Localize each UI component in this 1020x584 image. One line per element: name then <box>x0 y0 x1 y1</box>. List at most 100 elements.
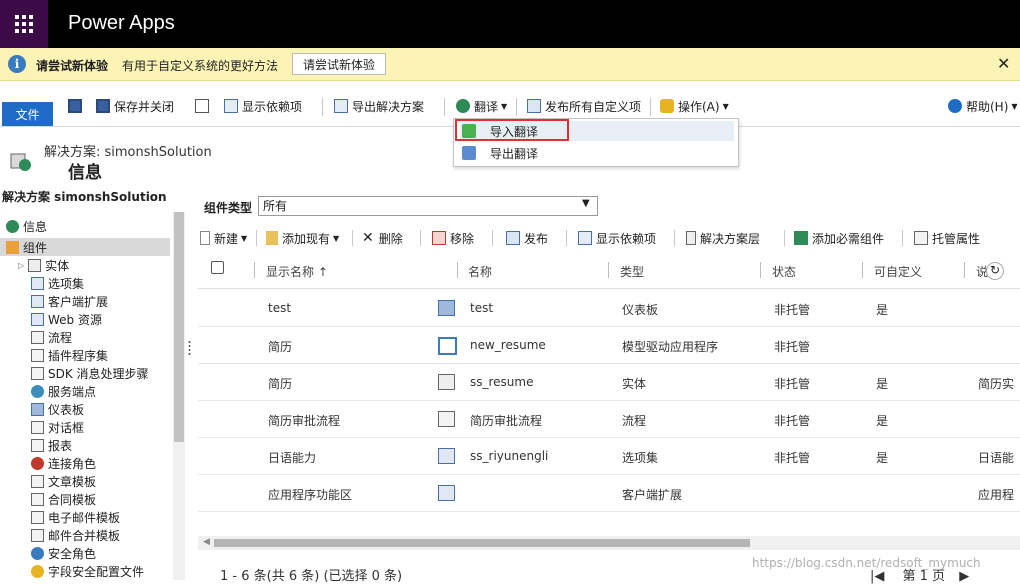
save-close-label: 保存并关闭 <box>114 99 175 114</box>
nav-item-dashboards[interactable]: 仪表板 <box>31 400 84 418</box>
nav-item-label: 客户端扩展 <box>48 294 109 309</box>
contract-template-icon <box>31 492 44 506</box>
table-row[interactable]: 简历审批流程 简历审批流程 流程 非托管 是 <box>198 401 1020 438</box>
client-extension-icon <box>31 294 44 308</box>
highlight-box <box>455 119 569 141</box>
column-divider <box>760 262 761 278</box>
app-title[interactable]: Power Apps <box>68 12 175 35</box>
column-divider <box>964 262 965 278</box>
first-page-icon[interactable]: |◀ <box>870 569 884 584</box>
export-translation-label: 导出翻译 <box>490 146 539 161</box>
cell-type: 模型驱动应用程序 <box>622 340 719 354</box>
nav-item-client-extensions[interactable]: 客户端扩展 <box>31 292 108 310</box>
connection-role-icon <box>31 456 44 470</box>
delete-label: 删除 <box>378 231 403 246</box>
nav-item-dialogs[interactable]: 对话框 <box>31 418 84 436</box>
info-nav-icon <box>6 219 19 233</box>
column-divider <box>254 262 255 278</box>
scroll-left-icon[interactable]: ◀ <box>203 537 210 547</box>
nav-item-security-roles[interactable]: 安全角色 <box>31 544 96 562</box>
nav-item-components[interactable]: 组件 <box>6 238 47 256</box>
expand-icon[interactable]: ▷ <box>18 261 24 270</box>
chevron-down-icon[interactable]: ▼ <box>582 198 590 209</box>
nav-item-processes[interactable]: 流程 <box>31 328 72 346</box>
help-label: 帮助(H) <box>966 99 1009 114</box>
publish-button[interactable]: 发布 <box>506 229 548 247</box>
component-type-select[interactable]: 所有 <box>258 196 598 216</box>
table-row[interactable]: 应用程序功能区 客户端扩展 应用程 <box>198 475 1020 512</box>
add-existing-button[interactable]: 添加现有 ▼ <box>266 229 339 247</box>
nav-item-mail-merge-templates[interactable]: 邮件合并模板 <box>31 526 120 544</box>
column-divider <box>457 262 458 278</box>
nav-item-field-security-profiles[interactable]: 字段安全配置文件 <box>31 562 144 580</box>
mail-merge-icon <box>31 528 44 542</box>
column-status[interactable]: 状态 <box>772 263 796 280</box>
horizontal-scroll-thumb[interactable] <box>214 539 750 547</box>
print-button[interactable] <box>195 97 213 115</box>
nav-item-sdk-steps[interactable]: SDK 消息处理步骤 <box>31 364 149 382</box>
file-button[interactable]: 文件 <box>2 102 53 126</box>
new-button[interactable]: 新建 ▼ <box>200 229 247 247</box>
publish-label: 发布 <box>524 231 549 246</box>
chevron-down-icon: ▼ <box>241 233 248 243</box>
save-button[interactable] <box>68 97 86 115</box>
nav-item-connection-roles[interactable]: 连接角色 <box>31 454 96 472</box>
translate-button[interactable]: 翻译 ▼ <box>456 97 507 115</box>
components-icon <box>6 240 19 254</box>
solution-layers-button[interactable]: 解决方案层 <box>686 229 760 247</box>
nav-item-service-endpoints[interactable]: 服务端点 <box>31 382 96 400</box>
managed-properties-button[interactable]: 托管属性 <box>914 229 980 247</box>
export-translation-menu-item[interactable]: 导出翻译 <box>460 143 734 163</box>
help-button[interactable]: 帮助(H) ▼ <box>948 97 1018 115</box>
column-name[interactable]: 名称 <box>468 263 492 280</box>
app-launcher-icon[interactable] <box>0 0 48 48</box>
show-dependencies-button[interactable]: 显示依赖项 <box>224 97 302 115</box>
show-deps-button[interactable]: 显示依赖项 <box>578 229 656 247</box>
nav-item-label: 电子邮件模板 <box>48 510 121 525</box>
nav-item-reports[interactable]: 报表 <box>31 436 72 454</box>
remove-label: 移除 <box>450 231 475 246</box>
nav-item-email-templates[interactable]: 电子邮件模板 <box>31 508 120 526</box>
dashboard-icon <box>438 300 455 316</box>
pane-splitter[interactable] <box>188 340 191 356</box>
save-close-button[interactable]: 保存并关闭 <box>96 97 174 115</box>
publish-all-button[interactable]: 发布所有自定义项 <box>527 97 641 115</box>
nav-item-optionsets[interactable]: 选项集 <box>31 274 84 292</box>
chevron-down-icon: ▼ <box>501 101 508 111</box>
table-row[interactable]: 简历 new_resume 模型驱动应用程序 非托管 <box>198 327 1020 364</box>
optionset-icon <box>31 276 44 290</box>
column-type[interactable]: 类型 <box>620 263 644 280</box>
table-row[interactable]: test test 仪表板 非托管 是 <box>198 290 1020 327</box>
try-new-experience-button[interactable]: 请尝试新体验 <box>292 53 386 75</box>
article-template-icon <box>31 474 44 488</box>
column-display-name[interactable]: 显示名称 ↑ <box>266 263 328 280</box>
actions-button[interactable]: 操作(A) ▼ <box>660 97 729 115</box>
nav-item-web-resources[interactable]: Web 资源 <box>31 310 102 328</box>
table-row[interactable]: 简历 ss_resume 实体 非托管 是 简历实 <box>198 364 1020 401</box>
close-icon[interactable]: ✕ <box>997 54 1010 73</box>
nav-item-info[interactable]: 信息 <box>6 217 47 235</box>
export-solution-button[interactable]: 导出解决方案 <box>334 97 424 115</box>
nav-scroll-thumb[interactable] <box>174 212 184 442</box>
delete-button[interactable]: ✕ 删除 <box>362 229 403 247</box>
select-all-checkbox[interactable] <box>211 261 224 274</box>
publish-icon <box>506 231 520 245</box>
solution-layers-label: 解决方案层 <box>700 231 761 246</box>
nav-item-contract-templates[interactable]: 合同模板 <box>31 490 96 508</box>
nav-item-label: Web 资源 <box>48 312 102 327</box>
table-row[interactable]: 日语能力 ss_riyunengli 选项集 非托管 是 日语能 <box>198 438 1020 475</box>
nav-item-article-templates[interactable]: 文章模板 <box>31 472 96 490</box>
remove-button[interactable]: 移除 <box>432 229 474 247</box>
column-customizable[interactable]: 可自定义 <box>874 263 922 280</box>
cell-display-name: 简历 <box>268 377 293 391</box>
help-icon <box>948 99 962 113</box>
nav-item-plugin-assemblies[interactable]: 插件程序集 <box>31 346 108 364</box>
cell-name: ss_riyunengli <box>470 449 549 463</box>
notice-title: 请尝试新体验 <box>36 59 109 73</box>
layers-icon <box>686 231 696 245</box>
nav-item-entities[interactable]: ▷ 实体 <box>18 256 69 274</box>
add-required-button[interactable]: 添加必需组件 <box>794 229 884 247</box>
next-page-icon[interactable]: ▶ <box>959 569 969 584</box>
actions-icon <box>660 99 674 113</box>
refresh-icon[interactable]: ↻ <box>986 262 1004 280</box>
